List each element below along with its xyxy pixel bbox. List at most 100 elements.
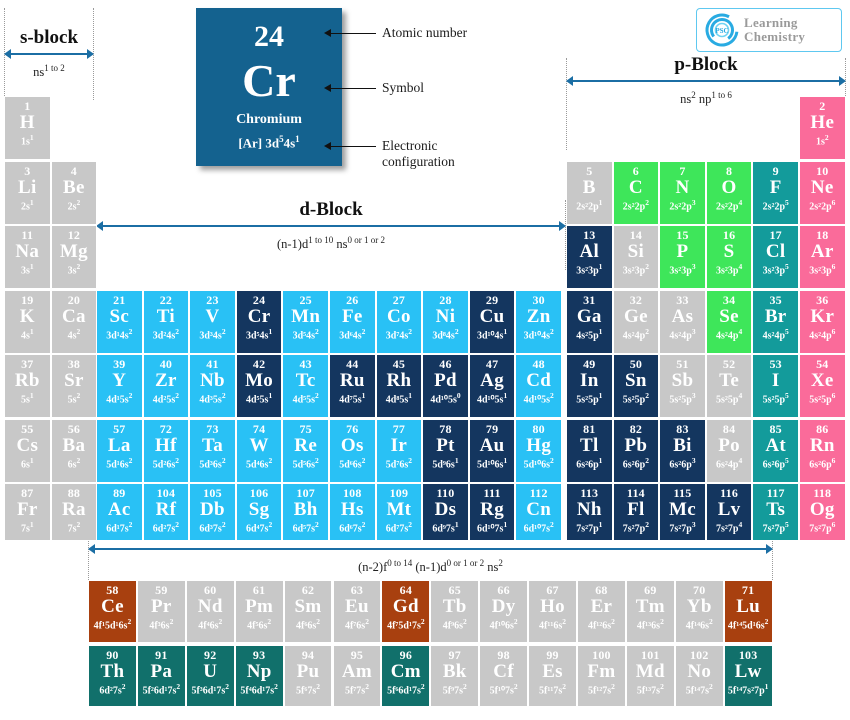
- element-bh[interactable]: 107 Bh 6d⁵7s2: [282, 483, 329, 541]
- element-tc[interactable]: 43 Tc 4d⁵5s2: [282, 354, 329, 418]
- element-na[interactable]: 11 Na 3s1: [4, 225, 51, 289]
- lanthanide-er[interactable]: 68 Er 4f¹²6s2: [577, 580, 626, 643]
- element-pb[interactable]: 82 Pb 6s²6p2: [612, 418, 660, 483]
- actinide-pa[interactable]: 91 Pa 5f²6d¹7s2: [136, 645, 186, 707]
- element-ir[interactable]: 77 Ir 5d⁷6s2: [375, 418, 423, 483]
- element-au[interactable]: 79 Au 5d¹⁰6s1: [468, 418, 516, 483]
- element-la[interactable]: 57 La 5d¹6s2: [96, 418, 143, 483]
- element-hg[interactable]: 80 Hg 5d¹⁰6s2: [515, 418, 562, 483]
- element-re[interactable]: 75 Re 5d⁵6s2: [282, 418, 329, 483]
- actinide-th[interactable]: 90 Th 6d²7s2: [88, 645, 137, 707]
- element-ca[interactable]: 20 Ca 4s2: [50, 289, 98, 354]
- actinide-fm[interactable]: 100 Fm 5f¹²7s2: [577, 645, 626, 707]
- element-mn[interactable]: 25 Mn 3d⁵4s2: [282, 289, 329, 354]
- element-cu[interactable]: 29 Cu 3d¹⁰4s1: [468, 289, 516, 354]
- actinide-am[interactable]: 95 Am 5f⁷7s2: [332, 645, 382, 707]
- element-se[interactable]: 34 Se 4s²4p4: [705, 289, 753, 354]
- element-be[interactable]: 4 Be 2s2: [50, 160, 98, 225]
- element-o[interactable]: 8 O 2s²2p4: [705, 160, 753, 225]
- element-sg[interactable]: 106 Sg 6d⁴7s2: [235, 483, 283, 541]
- element-rf[interactable]: 104 Rf 6d²7s2: [142, 483, 190, 541]
- element-cr[interactable]: 24 Cr 3d⁵4s1: [235, 289, 283, 354]
- element-s[interactable]: 16 S 3s²3p4: [705, 225, 753, 289]
- element-fr[interactable]: 87 Fr 7s1: [4, 483, 51, 541]
- element-ag[interactable]: 47 Ag 4d¹⁰5s1: [468, 354, 516, 418]
- actinide-cm[interactable]: 96 Cm 5f⁶6d¹7s2: [381, 645, 431, 707]
- element-sb[interactable]: 51 Sb 5s²5p3: [659, 354, 706, 418]
- element-mc[interactable]: 115 Mc 7s²7p3: [659, 483, 706, 541]
- element-co[interactable]: 27 Co 3d⁷4s2: [375, 289, 423, 354]
- element-li[interactable]: 3 Li 2s1: [4, 160, 51, 225]
- element-cs[interactable]: 55 Cs 6s1: [4, 418, 51, 483]
- element-zn[interactable]: 30 Zn 3d¹⁰4s2: [515, 289, 562, 354]
- lanthanide-sm[interactable]: 62 Sm 4f⁶6s2: [283, 580, 333, 643]
- element-ds[interactable]: 110 Ds 6d⁹7s1: [422, 483, 469, 541]
- element-fl[interactable]: 114 Fl 7s²7p2: [612, 483, 660, 541]
- element-he[interactable]: 2 He 1s2: [799, 96, 846, 160]
- element-lv[interactable]: 116 Lv 7s²7p4: [705, 483, 753, 541]
- lanthanide-yb[interactable]: 70 Yb 4f¹⁴6s2: [674, 580, 724, 643]
- actinide-es[interactable]: 99 Es 5f¹¹7s2: [528, 645, 577, 707]
- element-ga[interactable]: 31 Ga 4s²5p1: [566, 289, 613, 354]
- element-si[interactable]: 14 Si 3s²3p2: [612, 225, 660, 289]
- actinide-np[interactable]: 93 Np 5f⁴6d¹7s2: [234, 645, 284, 707]
- element-ni[interactable]: 28 Ni 3d⁸4s2: [422, 289, 469, 354]
- element-hf[interactable]: 72 Hf 5d²6s2: [142, 418, 190, 483]
- element-sc[interactable]: 21 Sc 3d¹4s2: [96, 289, 143, 354]
- element-ti[interactable]: 22 Ti 3d²4s2: [142, 289, 190, 354]
- element-xe[interactable]: 54 Xe 5s²5p6: [799, 354, 846, 418]
- element-po[interactable]: 84 Po 6s²4p4: [705, 418, 753, 483]
- element-ac[interactable]: 89 Ac 6d¹7s2: [96, 483, 143, 541]
- lanthanide-pr[interactable]: 59 Pr 4f³6s2: [136, 580, 186, 643]
- element-br[interactable]: 35 Br 4s²4p5: [752, 289, 799, 354]
- element-f[interactable]: 9 F 2s²2p5: [752, 160, 799, 225]
- element-fe[interactable]: 26 Fe 3d⁶4s2: [329, 289, 376, 354]
- element-mg[interactable]: 12 Mg 3s2: [50, 225, 98, 289]
- actinide-no[interactable]: 102 No 5f¹⁴7s2: [674, 645, 724, 707]
- element-i[interactable]: 53 I 5s²5p5: [752, 354, 799, 418]
- element-w[interactable]: 74 W 5d⁴6s2: [235, 418, 283, 483]
- element-ba[interactable]: 56 Ba 6s2: [50, 418, 98, 483]
- actinide-pu[interactable]: 94 Pu 5f⁶7s2: [283, 645, 333, 707]
- element-cd[interactable]: 48 Cd 4d¹⁰5s2: [515, 354, 562, 418]
- element-og[interactable]: 118 Og 7s²7p6: [799, 483, 846, 541]
- element-rb[interactable]: 37 Rb 5s1: [4, 354, 51, 418]
- element-te[interactable]: 52 Te 5s²5p4: [705, 354, 753, 418]
- element-pt[interactable]: 78 Pt 5d⁹6s1: [422, 418, 469, 483]
- element-rn[interactable]: 86 Rn 6s²6p6: [799, 418, 846, 483]
- element-ta[interactable]: 73 Ta 5d³6s2: [189, 418, 236, 483]
- element-ge[interactable]: 32 Ge 4s²4p2: [612, 289, 660, 354]
- element-nb[interactable]: 41 Nb 4d³5s2: [189, 354, 236, 418]
- lanthanide-lu[interactable]: 71 Lu 4f¹⁴5d¹6s2: [723, 580, 773, 643]
- element-pd[interactable]: 46 Pd 4d¹⁰5s0: [422, 354, 469, 418]
- element-ra[interactable]: 88 Ra 7s2: [50, 483, 98, 541]
- element-b[interactable]: 5 B 2s²2p1: [566, 160, 613, 225]
- element-kr[interactable]: 36 Kr 4s²4p6: [799, 289, 846, 354]
- element-ne[interactable]: 10 Ne 2s²2p6: [799, 160, 846, 225]
- element-rg[interactable]: 111 Rg 6d¹⁰7s1: [468, 483, 516, 541]
- lanthanide-ho[interactable]: 67 Ho 4f¹¹6s2: [528, 580, 577, 643]
- element-db[interactable]: 105 Db 6d³7s2: [189, 483, 236, 541]
- element-cl[interactable]: 17 Cl 3s²3p5: [752, 225, 799, 289]
- lanthanide-tb[interactable]: 65 Tb 4f⁹6s2: [430, 580, 480, 643]
- lanthanide-pm[interactable]: 61 Pm 4f⁵6s2: [234, 580, 284, 643]
- brand-logo[interactable]: PSC Learning Chemistry: [696, 8, 842, 52]
- lanthanide-ce[interactable]: 58 Ce 4f¹5d¹6s2: [88, 580, 137, 643]
- actinide-cf[interactable]: 98 Cf 5f¹⁰7s2: [479, 645, 529, 707]
- element-p[interactable]: 15 P 3s²3p3: [659, 225, 706, 289]
- element-h[interactable]: 1 H 1s1: [4, 96, 51, 160]
- element-tl[interactable]: 81 Tl 6s²6p1: [566, 418, 613, 483]
- element-ru[interactable]: 44 Ru 4d⁷5s1: [329, 354, 376, 418]
- element-ts[interactable]: 117 Ts 7s²7p5: [752, 483, 799, 541]
- element-in[interactable]: 49 In 5s²5p1: [566, 354, 613, 418]
- element-k[interactable]: 19 K 4s1: [4, 289, 51, 354]
- element-os[interactable]: 76 Os 5d⁶6s2: [329, 418, 376, 483]
- element-al[interactable]: 13 Al 3s²3p1: [566, 225, 613, 289]
- actinide-u[interactable]: 92 U 5f³6d¹7s2: [185, 645, 235, 707]
- element-mt[interactable]: 109 Mt 6d⁷7s2: [375, 483, 423, 541]
- element-nh[interactable]: 113 Nh 7s²7p1: [566, 483, 613, 541]
- lanthanide-eu[interactable]: 63 Eu 4f⁷6s2: [332, 580, 382, 643]
- element-ar[interactable]: 18 Ar 3s²3p6: [799, 225, 846, 289]
- element-n[interactable]: 7 N 2s²2p3: [659, 160, 706, 225]
- element-hs[interactable]: 108 Hs 6d⁶7s2: [329, 483, 376, 541]
